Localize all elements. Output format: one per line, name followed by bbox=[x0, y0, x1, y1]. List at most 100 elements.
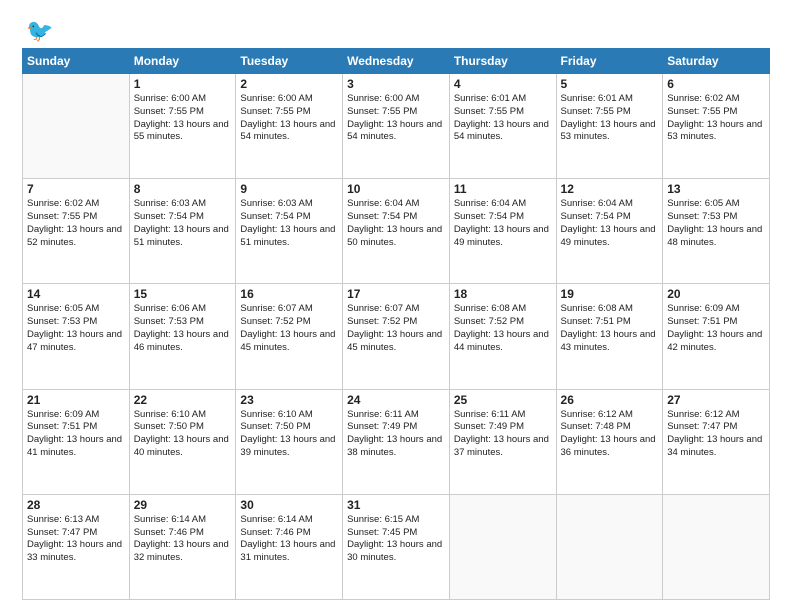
cell-sun-info: Sunrise: 6:08 AMSunset: 7:52 PMDaylight:… bbox=[454, 303, 552, 354]
cell-sun-info: Sunrise: 6:05 AMSunset: 7:53 PMDaylight:… bbox=[667, 198, 765, 249]
day-number: 6 bbox=[667, 77, 765, 91]
calendar-week-row: 1 Sunrise: 6:00 AMSunset: 7:55 PMDaylight… bbox=[23, 74, 770, 179]
calendar-cell: 25Sunrise: 6:11 AMSunset: 7:49 PMDayligh… bbox=[449, 389, 556, 494]
cell-sun-info: Sunrise: 6:00 AMSunset: 7:55 PMDaylight:… bbox=[134, 93, 232, 144]
day-number: 16 bbox=[240, 287, 338, 301]
calendar-cell: 20 Sunrise: 6:09 AMSunset: 7:51 PMDayligh… bbox=[663, 284, 770, 389]
calendar-week-row: 7Sunrise: 6:02 AMSunset: 7:55 PMDaylight… bbox=[23, 179, 770, 284]
weekday-header: Monday bbox=[129, 49, 236, 74]
cell-sun-info: Sunrise: 6:12 AMSunset: 7:48 PMDaylight:… bbox=[561, 409, 659, 460]
weekday-header: Sunday bbox=[23, 49, 130, 74]
calendar-cell: 17 Sunrise: 6:07 AMSunset: 7:52 PMDayligh… bbox=[343, 284, 450, 389]
cell-sun-info: Sunrise: 6:02 AMSunset: 7:55 PMDaylight:… bbox=[27, 198, 125, 249]
calendar-cell: 4Sunrise: 6:01 AMSunset: 7:55 PMDaylight… bbox=[449, 74, 556, 179]
day-number: 9 bbox=[240, 182, 338, 196]
calendar-cell: 10Sunrise: 6:04 AMSunset: 7:54 PMDayligh… bbox=[343, 179, 450, 284]
calendar-cell bbox=[663, 494, 770, 599]
calendar-cell: 16 Sunrise: 6:07 AMSunset: 7:52 PMDayligh… bbox=[236, 284, 343, 389]
day-number: 24 bbox=[347, 393, 445, 407]
logo: 🐦 bbox=[22, 18, 53, 40]
cell-sun-info: Sunrise: 6:07 AMSunset: 7:52 PMDaylight:… bbox=[240, 303, 338, 354]
day-number: 14 bbox=[27, 287, 125, 301]
calendar-cell bbox=[449, 494, 556, 599]
logo-bird-icon: 🐦 bbox=[26, 18, 53, 44]
cell-sun-info: Sunrise: 6:03 AMSunset: 7:54 PMDaylight:… bbox=[240, 198, 338, 249]
calendar-week-row: 14Sunrise: 6:05 AMSunset: 7:53 PMDayligh… bbox=[23, 284, 770, 389]
cell-sun-info: Sunrise: 6:04 AMSunset: 7:54 PMDaylight:… bbox=[561, 198, 659, 249]
calendar-cell: 22Sunrise: 6:10 AMSunset: 7:50 PMDayligh… bbox=[129, 389, 236, 494]
cell-sun-info: Sunrise: 6:00 AMSunset: 7:55 PMDaylight:… bbox=[347, 93, 445, 144]
calendar-table: SundayMondayTuesdayWednesdayThursdayFrid… bbox=[22, 48, 770, 600]
calendar-cell: 8 Sunrise: 6:03 AMSunset: 7:54 PMDaylight… bbox=[129, 179, 236, 284]
calendar-cell: 11 Sunrise: 6:04 AMSunset: 7:54 PMDayligh… bbox=[449, 179, 556, 284]
day-number: 17 bbox=[347, 287, 445, 301]
day-number: 28 bbox=[27, 498, 125, 512]
cell-sun-info: Sunrise: 6:09 AMSunset: 7:51 PMDaylight:… bbox=[667, 303, 765, 354]
calendar-cell bbox=[23, 74, 130, 179]
day-number: 25 bbox=[454, 393, 552, 407]
cell-sun-info: Sunrise: 6:09 AMSunset: 7:51 PMDaylight:… bbox=[27, 409, 125, 460]
page: 🐦 SundayMondayTuesdayWednesdayThursdayFr… bbox=[0, 0, 792, 612]
calendar-cell: 19Sunrise: 6:08 AMSunset: 7:51 PMDayligh… bbox=[556, 284, 663, 389]
calendar-cell: 7Sunrise: 6:02 AMSunset: 7:55 PMDaylight… bbox=[23, 179, 130, 284]
day-number: 18 bbox=[454, 287, 552, 301]
cell-sun-info: Sunrise: 6:04 AMSunset: 7:54 PMDaylight:… bbox=[454, 198, 552, 249]
cell-sun-info: Sunrise: 6:07 AMSunset: 7:52 PMDaylight:… bbox=[347, 303, 445, 354]
cell-sun-info: Sunrise: 6:14 AMSunset: 7:46 PMDaylight:… bbox=[240, 514, 338, 565]
cell-sun-info: Sunrise: 6:11 AMSunset: 7:49 PMDaylight:… bbox=[347, 409, 445, 460]
day-number: 29 bbox=[134, 498, 232, 512]
cell-sun-info: Sunrise: 6:03 AMSunset: 7:54 PMDaylight:… bbox=[134, 198, 232, 249]
day-number: 26 bbox=[561, 393, 659, 407]
weekday-header: Saturday bbox=[663, 49, 770, 74]
weekday-header: Thursday bbox=[449, 49, 556, 74]
day-number: 23 bbox=[240, 393, 338, 407]
calendar-cell: 18 Sunrise: 6:08 AMSunset: 7:52 PMDayligh… bbox=[449, 284, 556, 389]
day-number: 27 bbox=[667, 393, 765, 407]
calendar-cell: 31 Sunrise: 6:15 AMSunset: 7:45 PMDayligh… bbox=[343, 494, 450, 599]
calendar-header-row: SundayMondayTuesdayWednesdayThursdayFrid… bbox=[23, 49, 770, 74]
day-number: 2 bbox=[240, 77, 338, 91]
day-number: 3 bbox=[347, 77, 445, 91]
calendar-cell: 28 Sunrise: 6:13 AMSunset: 7:47 PMDayligh… bbox=[23, 494, 130, 599]
calendar-cell: 13 Sunrise: 6:05 AMSunset: 7:53 PMDayligh… bbox=[663, 179, 770, 284]
calendar-cell: 3 Sunrise: 6:00 AMSunset: 7:55 PMDaylight… bbox=[343, 74, 450, 179]
cell-sun-info: Sunrise: 6:06 AMSunset: 7:53 PMDaylight:… bbox=[134, 303, 232, 354]
cell-sun-info: Sunrise: 6:10 AMSunset: 7:50 PMDaylight:… bbox=[240, 409, 338, 460]
calendar-week-row: 28 Sunrise: 6:13 AMSunset: 7:47 PMDayligh… bbox=[23, 494, 770, 599]
calendar-cell: 27 Sunrise: 6:12 AMSunset: 7:47 PMDayligh… bbox=[663, 389, 770, 494]
calendar-cell: 14Sunrise: 6:05 AMSunset: 7:53 PMDayligh… bbox=[23, 284, 130, 389]
calendar-cell: 9 Sunrise: 6:03 AMSunset: 7:54 PMDaylight… bbox=[236, 179, 343, 284]
day-number: 19 bbox=[561, 287, 659, 301]
weekday-header: Tuesday bbox=[236, 49, 343, 74]
calendar-cell: 30Sunrise: 6:14 AMSunset: 7:46 PMDayligh… bbox=[236, 494, 343, 599]
day-number: 13 bbox=[667, 182, 765, 196]
cell-sun-info: Sunrise: 6:13 AMSunset: 7:47 PMDaylight:… bbox=[27, 514, 125, 565]
weekday-header: Friday bbox=[556, 49, 663, 74]
day-number: 15 bbox=[134, 287, 232, 301]
day-number: 12 bbox=[561, 182, 659, 196]
day-number: 1 bbox=[134, 77, 232, 91]
day-number: 11 bbox=[454, 182, 552, 196]
day-number: 20 bbox=[667, 287, 765, 301]
day-number: 5 bbox=[561, 77, 659, 91]
day-number: 21 bbox=[27, 393, 125, 407]
day-number: 4 bbox=[454, 77, 552, 91]
logo-top: 🐦 bbox=[22, 18, 53, 44]
day-number: 8 bbox=[134, 182, 232, 196]
calendar-cell: 1 Sunrise: 6:00 AMSunset: 7:55 PMDaylight… bbox=[129, 74, 236, 179]
calendar-cell: 29 Sunrise: 6:14 AMSunset: 7:46 PMDayligh… bbox=[129, 494, 236, 599]
cell-sun-info: Sunrise: 6:12 AMSunset: 7:47 PMDaylight:… bbox=[667, 409, 765, 460]
cell-sun-info: Sunrise: 6:14 AMSunset: 7:46 PMDaylight:… bbox=[134, 514, 232, 565]
calendar-cell: 6Sunrise: 6:02 AMSunset: 7:55 PMDaylight… bbox=[663, 74, 770, 179]
calendar-week-row: 21 Sunrise: 6:09 AMSunset: 7:51 PMDayligh… bbox=[23, 389, 770, 494]
weekday-header: Wednesday bbox=[343, 49, 450, 74]
day-number: 22 bbox=[134, 393, 232, 407]
day-number: 31 bbox=[347, 498, 445, 512]
calendar-cell: 24 Sunrise: 6:11 AMSunset: 7:49 PMDayligh… bbox=[343, 389, 450, 494]
calendar-cell: 23 Sunrise: 6:10 AMSunset: 7:50 PMDayligh… bbox=[236, 389, 343, 494]
header: 🐦 bbox=[22, 18, 770, 40]
cell-sun-info: Sunrise: 6:01 AMSunset: 7:55 PMDaylight:… bbox=[561, 93, 659, 144]
cell-sun-info: Sunrise: 6:15 AMSunset: 7:45 PMDaylight:… bbox=[347, 514, 445, 565]
cell-sun-info: Sunrise: 6:00 AMSunset: 7:55 PMDaylight:… bbox=[240, 93, 338, 144]
calendar-cell: 5 Sunrise: 6:01 AMSunset: 7:55 PMDaylight… bbox=[556, 74, 663, 179]
